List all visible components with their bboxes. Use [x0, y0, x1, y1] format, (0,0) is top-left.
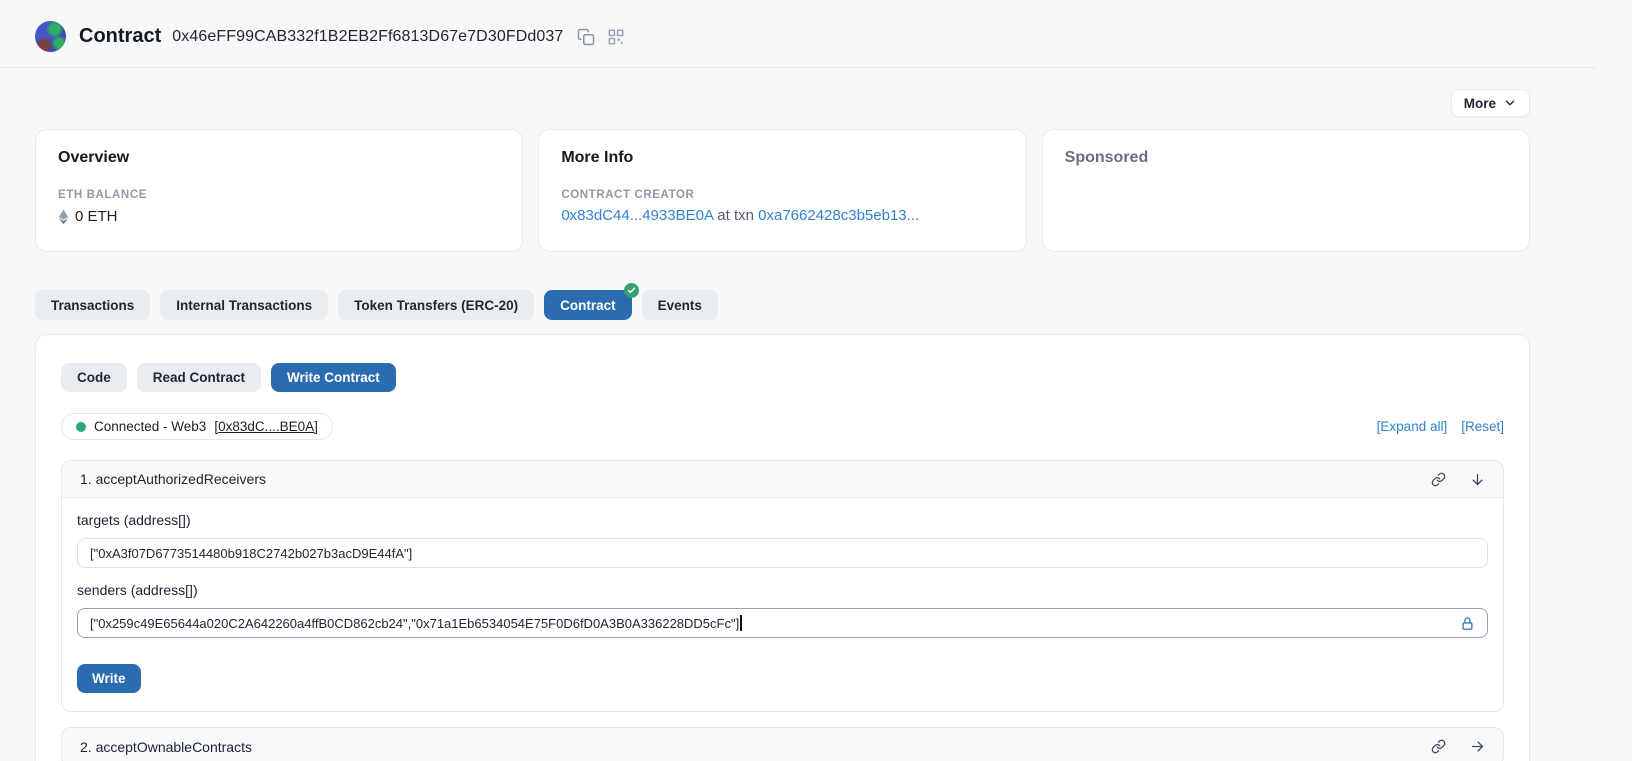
at-txn-text: at txn [717, 207, 754, 224]
method-title: 1. acceptAuthorizedReceivers [80, 471, 266, 487]
expand-all-link[interactable]: [Expand all] [1377, 419, 1448, 434]
text-caret [740, 615, 742, 631]
subtab-write-contract[interactable]: Write Contract [271, 363, 396, 392]
contract-identicon-avatar [35, 21, 66, 52]
senders-field-label: senders (address[]) [77, 582, 1488, 600]
contract-subtabs: Code Read Contract Write Contract [61, 363, 1504, 392]
tab-transactions[interactable]: Transactions [35, 290, 150, 320]
page-header: Contract 0x46eFF99CAB332f1B2EB2Ff6813D67… [35, 0, 1530, 52]
creator-address-link[interactable]: 0x83dC44...4933BE0A [561, 207, 713, 224]
method-item-accept-authorized-receivers: 1. acceptAuthorizedReceivers targets (ad… [61, 460, 1504, 712]
more-info-card: More Info CONTRACT CREATOR 0x83dC44...49… [538, 129, 1026, 252]
chevron-down-icon [1503, 96, 1517, 110]
tab-events[interactable]: Events [642, 290, 718, 320]
creation-txn-link[interactable]: 0xa7662428c3b5eb13... [758, 207, 919, 224]
targets-input[interactable]: ["0xA3f07D6773514480b918C2742b027b3acD9E… [77, 538, 1488, 568]
eth-balance-label: ETH BALANCE [58, 189, 500, 201]
connection-status-text: Connected - Web3 [94, 419, 206, 434]
more-info-card-title: More Info [561, 149, 1003, 167]
contract-panel: Code Read Contract Write Contract Connec… [35, 334, 1530, 761]
eth-balance-value: 0 ETH [75, 208, 118, 225]
method-title: 2. acceptOwnableContracts [80, 739, 252, 755]
method-header[interactable]: 1. acceptAuthorizedReceivers [62, 461, 1503, 498]
senders-input[interactable]: ["0x259c49E65644a020C2A642260a4ffB0CD862… [77, 608, 1488, 638]
lock-icon[interactable] [1460, 616, 1475, 631]
link-icon[interactable] [1431, 472, 1446, 487]
contract-address: 0x46eFF99CAB332f1B2EB2Ff6813D67e7D30FDd0… [172, 28, 563, 46]
method-item-accept-ownable-contracts: 2. acceptOwnableContracts [61, 727, 1504, 761]
sponsored-card-title: Sponsored [1065, 149, 1507, 167]
summary-cards: Overview ETH BALANCE 0 ETH More Info CON… [35, 129, 1530, 252]
ethereum-icon [58, 209, 69, 225]
tab-internal-transactions[interactable]: Internal Transactions [160, 290, 328, 320]
header-divider [0, 67, 1596, 68]
targets-field-label: targets (address[]) [77, 512, 1488, 530]
write-button[interactable]: Write [77, 664, 141, 693]
more-button-label: More [1464, 96, 1496, 111]
page-title: Contract [79, 25, 161, 48]
method-header[interactable]: 2. acceptOwnableContracts [62, 728, 1503, 761]
targets-input-value: ["0xA3f07D6773514480b918C2742b027b3acD9E… [90, 546, 412, 561]
reset-link[interactable]: [Reset] [1461, 419, 1504, 434]
subtab-code[interactable]: Code [61, 363, 127, 392]
sponsored-card: Sponsored [1042, 129, 1530, 252]
senders-input-value: ["0x259c49E65644a020C2A642260a4ffB0CD862… [90, 616, 739, 631]
page-tabs: Transactions Internal Transactions Token… [35, 290, 1530, 320]
contract-creator-label: CONTRACT CREATOR [561, 189, 1003, 201]
tab-token-transfers[interactable]: Token Transfers (ERC-20) [338, 290, 534, 320]
tab-contract[interactable]: Contract [544, 290, 632, 320]
overview-card: Overview ETH BALANCE 0 ETH [35, 129, 523, 252]
qr-code-icon [607, 28, 625, 46]
subtab-read-contract[interactable]: Read Contract [137, 363, 261, 392]
qr-code-button[interactable] [607, 28, 625, 46]
expand-arrow-right-icon[interactable] [1470, 739, 1485, 754]
overview-card-title: Overview [58, 149, 500, 167]
more-button[interactable]: More [1451, 89, 1530, 117]
contract-page: Contract 0x46eFF99CAB332f1B2EB2Ff6813D67… [0, 0, 1632, 761]
verified-check-icon [624, 283, 639, 298]
connected-address-link[interactable]: [0x83dC....BE0A] [214, 419, 318, 434]
collapse-arrow-down-icon[interactable] [1470, 472, 1485, 487]
wallet-connection-status: Connected - Web3 [0x83dC....BE0A] [61, 413, 333, 440]
copy-address-button[interactable] [577, 28, 595, 46]
green-dot-icon [76, 422, 86, 432]
copy-icon [577, 28, 595, 46]
link-icon[interactable] [1431, 739, 1446, 754]
